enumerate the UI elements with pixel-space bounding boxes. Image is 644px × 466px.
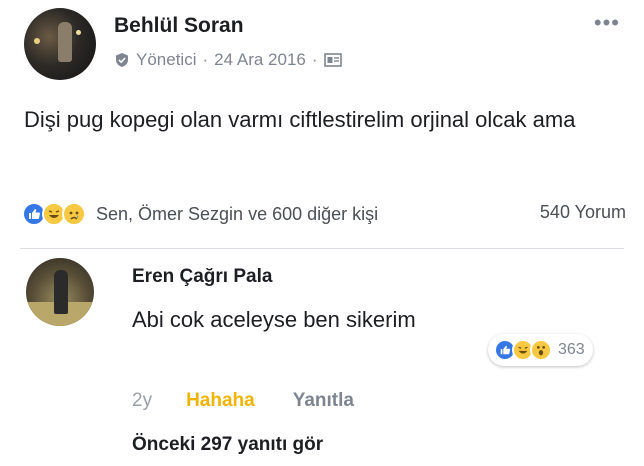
comment-reactions[interactable]: 363	[488, 334, 593, 366]
comment-reaction-count: 363	[558, 341, 585, 358]
meta-separator: ·	[202, 50, 209, 69]
comment-time[interactable]: 2y	[132, 390, 152, 412]
admin-shield-icon	[116, 53, 128, 67]
wow-icon	[530, 339, 552, 361]
post-author-name[interactable]: Behlül Soran	[114, 14, 244, 38]
avatar-light	[34, 38, 40, 44]
post-role: Yönetici	[136, 50, 197, 69]
comment-author-avatar[interactable]	[26, 258, 94, 326]
audience-icon[interactable]	[323, 52, 342, 68]
avatar-figure	[54, 270, 68, 314]
comment-actions: 2y Hahaha Yanıtla	[132, 390, 354, 412]
meta-separator: ·	[311, 50, 318, 69]
reactors-summary[interactable]: Sen, Ömer Sezgin ve 600 diğer kişi	[96, 204, 378, 225]
divider	[20, 248, 624, 249]
sad-icon[interactable]	[62, 202, 86, 226]
view-previous-replies-link[interactable]: Önceki 297 yanıtı gör	[132, 434, 323, 456]
post-meta: Yönetici · 24 Ara 2016 ·	[114, 50, 342, 70]
comment-author-name[interactable]: Eren Çağrı Pala	[132, 266, 272, 288]
post-text: Dişi pug kopegi olan varmı ciftlestireli…	[24, 107, 576, 132]
comment-text: Abi cok aceleyse ben sikerim	[132, 307, 416, 332]
comment-count[interactable]: 540 Yorum	[540, 202, 626, 223]
more-icon[interactable]: •••	[594, 10, 620, 36]
avatar-light	[76, 30, 81, 35]
avatar-figure	[58, 22, 72, 62]
reactions-bar: Sen, Ömer Sezgin ve 600 diğer kişi 540 Y…	[22, 198, 626, 230]
post-header: Behlül Soran Yönetici · 24 Ara 2016 · ••…	[24, 6, 624, 86]
post-date[interactable]: 24 Ara 2016	[214, 50, 306, 70]
reaction-button[interactable]: Hahaha	[186, 390, 255, 412]
reply-button[interactable]: Yanıtla	[293, 390, 354, 412]
author-avatar[interactable]	[24, 8, 96, 80]
